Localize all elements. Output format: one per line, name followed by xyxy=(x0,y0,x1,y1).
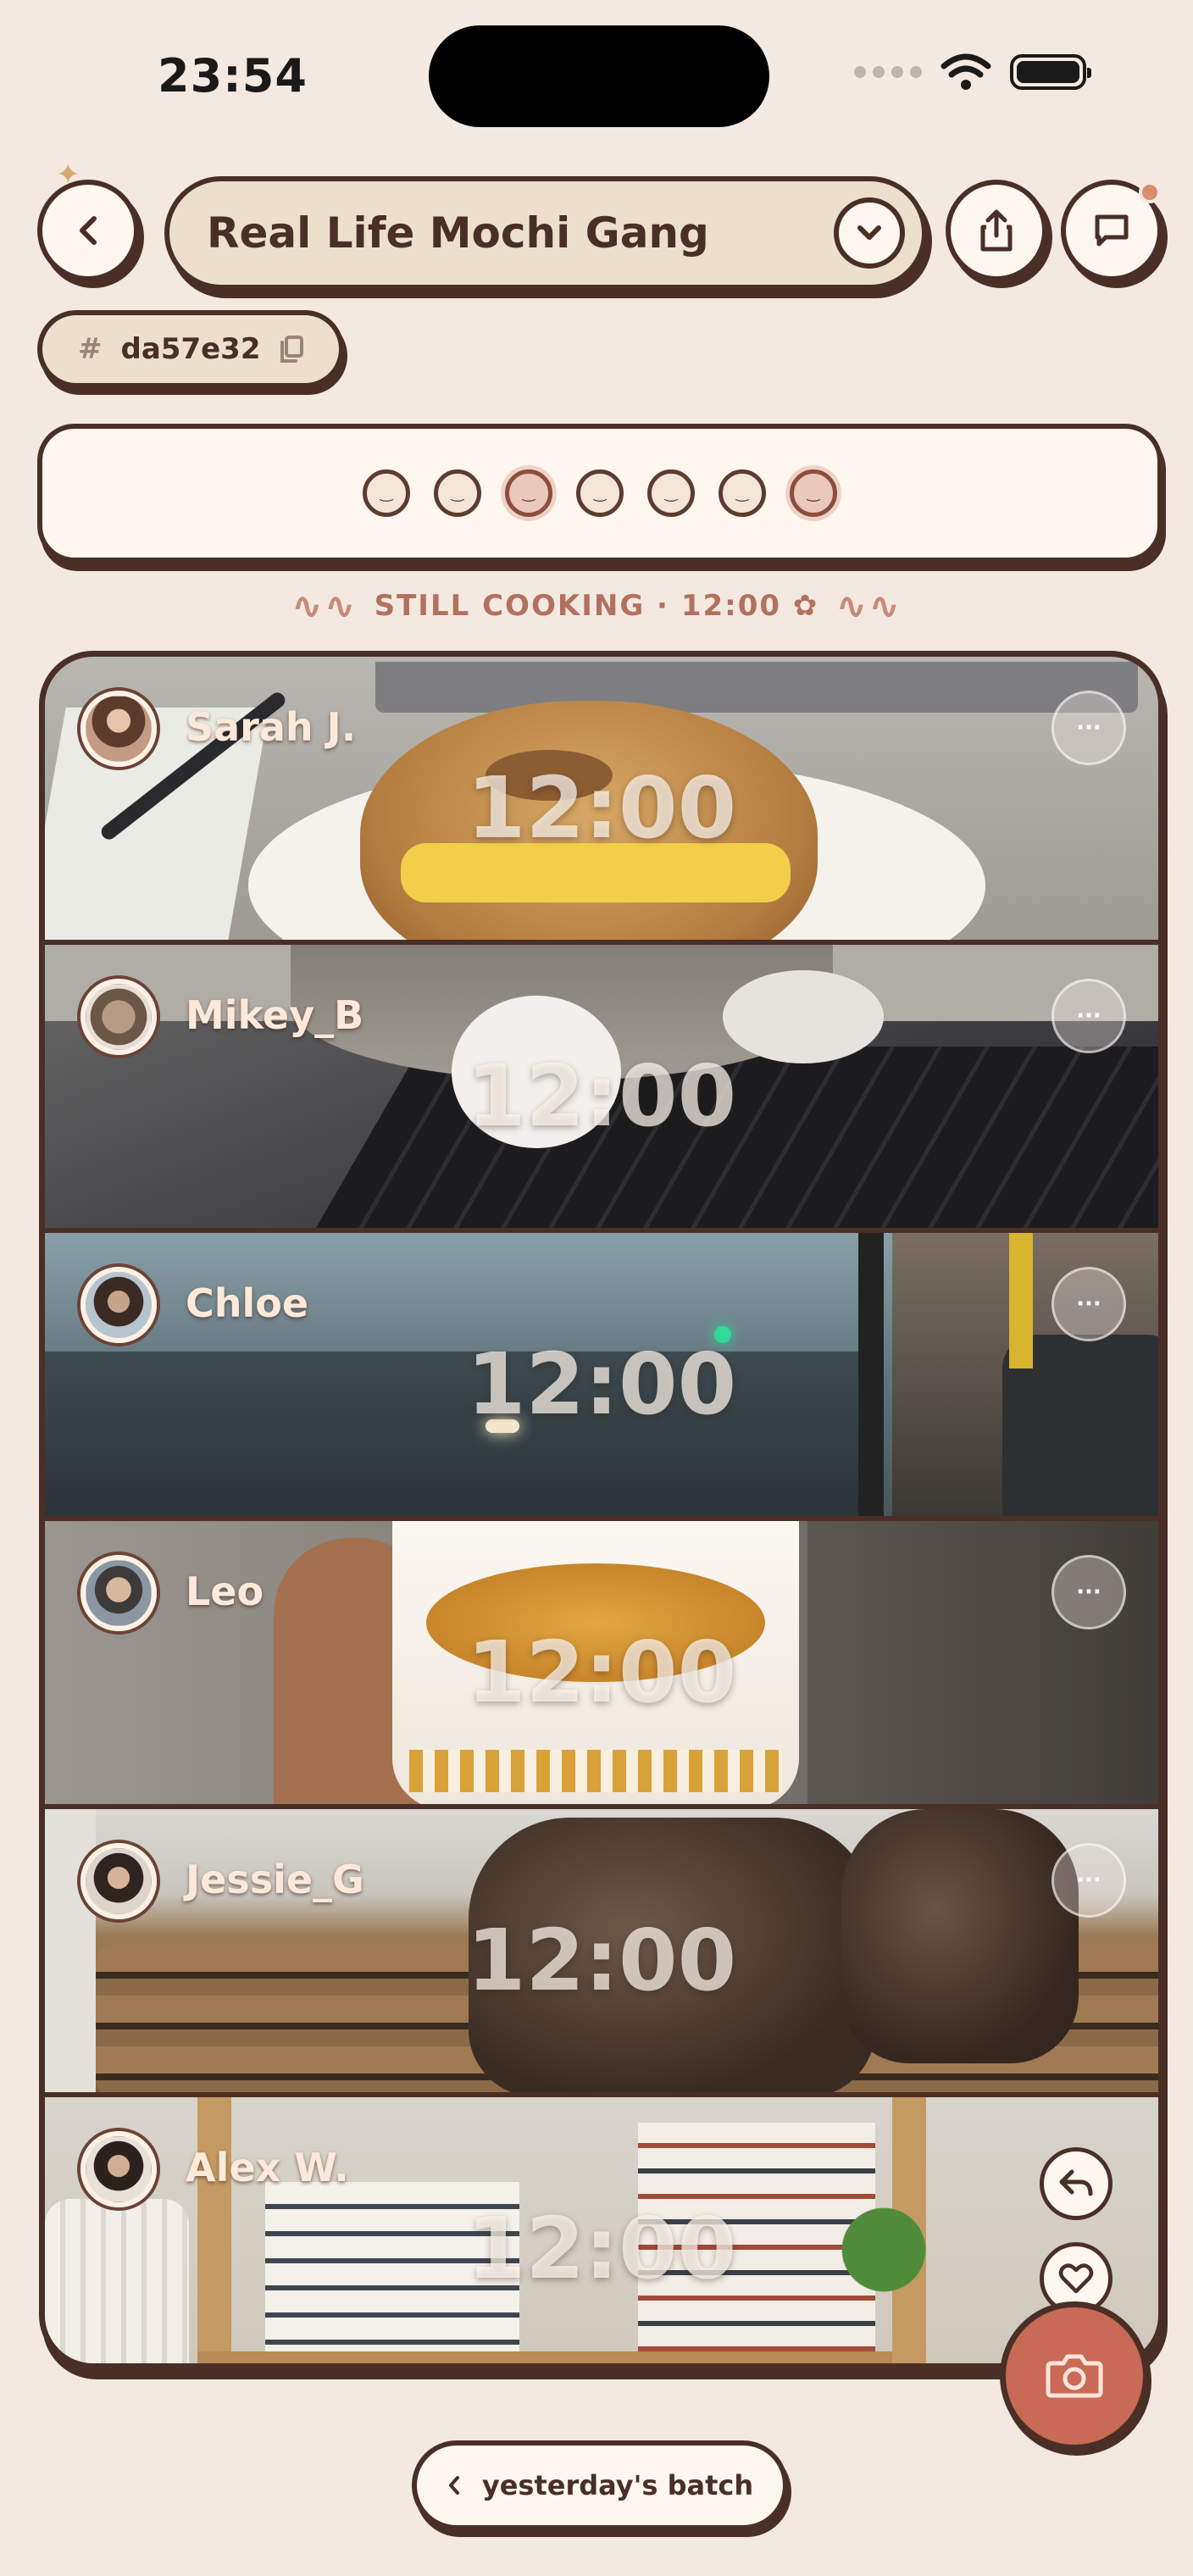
post-timer: 12:00 xyxy=(466,2199,737,2298)
member-face-icon: ‿ xyxy=(790,469,837,517)
post-username: Chloe xyxy=(186,1280,309,1326)
cooking-status-text: STILL COOKING · 12:00 xyxy=(374,589,782,623)
feed-post[interactable]: Mikey_B 12:00 ··· xyxy=(45,945,1158,1228)
reply-icon xyxy=(1059,2169,1093,2196)
post-username: Mikey_B xyxy=(186,992,364,1038)
dynamic-island xyxy=(429,25,769,127)
battery-icon xyxy=(1010,54,1091,90)
post-username: Jessie_G xyxy=(186,1857,364,1902)
camera-button[interactable] xyxy=(1000,2301,1149,2451)
avatar[interactable] xyxy=(80,1843,157,1919)
post-timer: 12:00 xyxy=(466,1335,737,1434)
signal-icon xyxy=(854,66,922,78)
yesterdays-batch-button[interactable]: yesterday's batch xyxy=(412,2440,788,2530)
post-username: Alex W. xyxy=(186,2145,349,2190)
post-timer: 12:00 xyxy=(466,1046,737,1146)
cooking-status: ∿∿ STILL COOKING · 12:00 ✿ ∿∿ xyxy=(0,585,1193,628)
post-username: Leo xyxy=(186,1568,264,1614)
member-face-icon: ‿ xyxy=(576,469,624,517)
avatar[interactable] xyxy=(80,691,157,767)
group-selector[interactable]: Real Life Mochi Gang xyxy=(164,176,927,290)
chat-bubble-icon xyxy=(1095,214,1129,247)
status-icons xyxy=(854,53,1091,92)
feed-post[interactable]: Chloe 12:00 ··· xyxy=(45,1233,1158,1516)
avatar[interactable] xyxy=(80,1555,157,1631)
member-face-icon: ‿ xyxy=(719,469,766,517)
more-options-button[interactable]: ··· xyxy=(1052,691,1126,765)
feed-post[interactable]: Jessie_G 12:00 ··· xyxy=(45,1809,1158,2092)
avatar[interactable] xyxy=(80,2131,157,2207)
post-timer: 12:00 xyxy=(466,1623,737,1722)
share-icon xyxy=(980,209,1013,252)
more-options-button[interactable]: ··· xyxy=(1052,1555,1126,1629)
feed-post[interactable]: Leo 12:00 ··· xyxy=(45,1521,1158,1804)
chevron-left-icon xyxy=(448,2476,459,2495)
flower-icon: ✿ xyxy=(792,589,819,623)
share-button[interactable] xyxy=(946,180,1047,281)
chevron-down-icon[interactable] xyxy=(834,197,905,269)
more-options-button[interactable]: ··· xyxy=(1052,1843,1126,1918)
avatar[interactable] xyxy=(80,979,157,1055)
post-timer: 12:00 xyxy=(466,758,737,858)
status-time: 23:54 xyxy=(158,49,308,103)
copy-icon[interactable] xyxy=(279,335,304,364)
reply-button[interactable] xyxy=(1040,2147,1113,2220)
yesterdays-batch-label: yesterday's batch xyxy=(481,2469,754,2501)
member-face-icon: ‿ xyxy=(363,469,410,517)
more-options-button[interactable]: ··· xyxy=(1052,979,1126,1053)
member-face-icon: ‿ xyxy=(505,469,552,517)
wave-icon: ∿∿ xyxy=(835,585,902,628)
member-face-icon: ‿ xyxy=(647,469,695,517)
group-name: Real Life Mochi Gang xyxy=(207,208,709,258)
hash-icon: # xyxy=(78,332,103,366)
post-timer: 12:00 xyxy=(466,1911,737,2010)
group-code-pill[interactable]: # da57e32 xyxy=(37,310,344,388)
wifi-icon xyxy=(941,53,991,90)
group-code: da57e32 xyxy=(120,332,261,366)
avatar[interactable] xyxy=(80,1267,157,1343)
wave-icon: ∿∿ xyxy=(291,585,358,628)
notification-dot xyxy=(1139,181,1161,203)
heart-icon xyxy=(1058,2263,1094,2294)
photo-feed[interactable]: Sarah J. 12:00 ··· Mikey_B 12:00 ··· Chl… xyxy=(39,651,1164,2369)
member-progress-card: ‿ ‿ ‿ ‿ ‿ ‿ ‿ xyxy=(37,424,1162,563)
more-options-button[interactable]: ··· xyxy=(1052,1267,1126,1341)
post-username: Sarah J. xyxy=(186,704,357,750)
back-button[interactable] xyxy=(37,180,139,281)
camera-icon xyxy=(1046,2354,1103,2398)
feed-post[interactable]: Alex W. 12:00 xyxy=(45,2097,1158,2363)
feed-post[interactable]: Sarah J. 12:00 ··· xyxy=(45,657,1158,940)
member-face-icon: ‿ xyxy=(434,469,481,517)
chat-button[interactable] xyxy=(1061,180,1162,281)
chevron-left-icon xyxy=(80,216,97,245)
